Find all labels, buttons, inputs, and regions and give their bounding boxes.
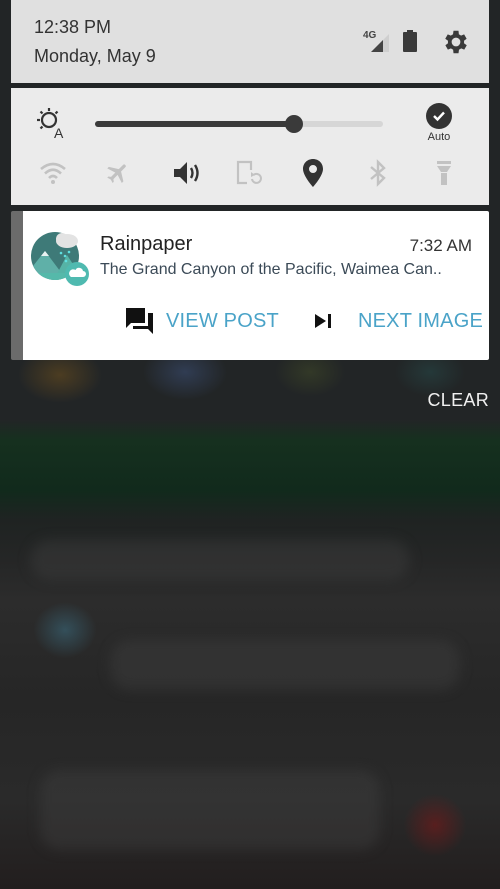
auto-brightness-toggle[interactable]: Auto	[423, 103, 455, 143]
screen-rotation-icon	[236, 160, 262, 185]
date-label: Monday, May 9	[34, 46, 156, 66]
tile-location[interactable]	[298, 158, 328, 188]
signal-4g-icon: 4G	[363, 30, 389, 52]
skip-next-icon	[315, 314, 331, 328]
next-image-label: NEXT IMAGE	[358, 309, 483, 332]
clock-time: 12:38 PM	[34, 17, 112, 37]
tile-airplane-mode[interactable]	[103, 158, 133, 188]
flashlight-icon	[437, 161, 451, 185]
checkmark-icon	[426, 103, 452, 129]
quick-settings-tiles	[11, 158, 489, 188]
notification-time: 7:32 AM	[409, 236, 472, 255]
rainpaper-notification[interactable]: Rainpaper 7:32 AM The Grand Canyon of th…	[11, 211, 489, 360]
tile-sound[interactable]	[173, 158, 203, 188]
notification-text: The Grand Canyon of the Pacific, Waimea …	[100, 261, 442, 278]
location-pin-icon	[303, 159, 323, 187]
settings-gear-icon[interactable]	[441, 27, 471, 57]
wifi-icon	[40, 162, 66, 184]
rainpaper-app-icon	[31, 232, 89, 286]
airplane-icon	[107, 164, 126, 183]
battery-icon	[403, 30, 417, 52]
view-post-button[interactable]: VIEW POST	[125, 306, 279, 336]
notification-app-name: Rainpaper	[100, 233, 193, 255]
tile-bluetooth[interactable]	[363, 158, 393, 188]
notification-shade-header: 12:38 PM Monday, May 9 4G	[11, 0, 489, 83]
tile-auto-rotate[interactable]	[234, 158, 264, 188]
bluetooth-icon	[370, 159, 386, 187]
auto-label: Auto	[427, 131, 451, 143]
view-post-label: VIEW POST	[166, 309, 279, 332]
brightness-slider-thumb[interactable]	[284, 115, 303, 133]
svg-text:4G: 4G	[363, 30, 377, 41]
svg-text:A: A	[54, 125, 64, 140]
brightness-slider[interactable]	[95, 114, 383, 134]
forum-icon	[126, 308, 153, 334]
clear-all-button[interactable]: CLEAR	[427, 390, 489, 411]
tile-wifi[interactable]	[38, 158, 68, 188]
brightness-slider-fill	[95, 121, 294, 127]
auto-brightness-icon: A	[37, 108, 64, 140]
volume-icon	[174, 162, 199, 184]
next-image-button[interactable]: NEXT IMAGE	[313, 306, 483, 336]
tile-flashlight[interactable]	[429, 158, 459, 188]
quick-settings-panel: A Auto	[11, 88, 489, 205]
